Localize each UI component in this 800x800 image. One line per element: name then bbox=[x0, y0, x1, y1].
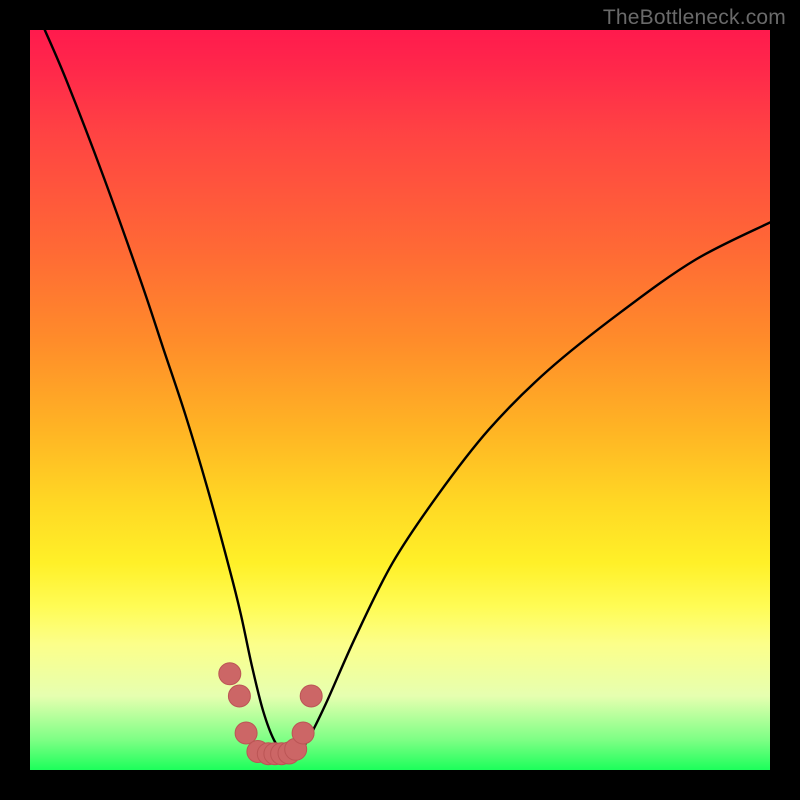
chart-frame: TheBottleneck.com bbox=[0, 0, 800, 800]
plot-area bbox=[30, 30, 770, 770]
highlight-marker bbox=[228, 685, 250, 707]
watermark-text: TheBottleneck.com bbox=[603, 6, 786, 30]
highlight-marker bbox=[300, 685, 322, 707]
bottleneck-curve bbox=[45, 30, 770, 755]
curve-svg bbox=[30, 30, 770, 770]
highlight-marker bbox=[292, 722, 314, 744]
highlight-marker bbox=[235, 722, 257, 744]
highlight-marker bbox=[219, 663, 241, 685]
highlight-markers bbox=[219, 663, 322, 765]
